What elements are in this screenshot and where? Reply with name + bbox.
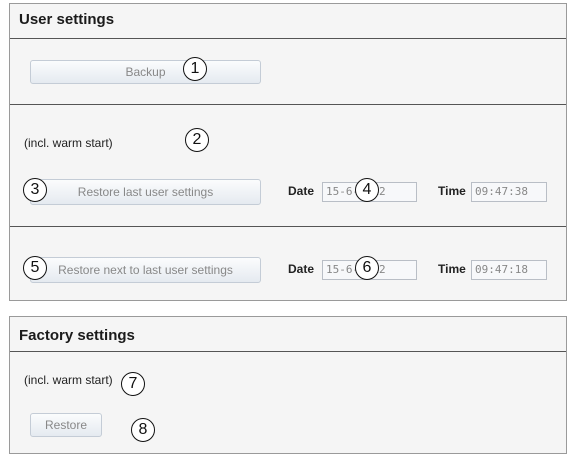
date-label: Date xyxy=(288,262,315,276)
callout-8: 8 xyxy=(131,418,155,442)
user-settings-panel: User settings Backup (incl. warm start) … xyxy=(9,3,567,301)
title-divider xyxy=(10,38,566,39)
factory-restore-button[interactable]: Restore xyxy=(30,413,102,437)
date-label: Date xyxy=(288,184,315,198)
time-label: Time xyxy=(438,262,466,276)
section-divider xyxy=(10,226,566,227)
callout-2: 2 xyxy=(185,128,209,152)
section-divider xyxy=(10,104,566,105)
time-label: Time xyxy=(438,184,466,198)
warm-start-note: (incl. warm start) xyxy=(24,136,113,150)
user-settings-title: User settings xyxy=(19,11,115,28)
callout-4: 4 xyxy=(355,178,379,202)
factory-settings-panel: Factory settings (incl. warm start) Rest… xyxy=(9,316,567,454)
callout-7: 7 xyxy=(121,372,145,396)
last-time-field: 09:47:38 xyxy=(471,182,547,202)
factory-settings-title: Factory settings xyxy=(19,327,135,344)
callout-5: 5 xyxy=(23,256,47,280)
callout-3: 3 xyxy=(23,178,47,202)
callout-1: 1 xyxy=(183,57,207,81)
title-divider xyxy=(10,351,566,352)
callout-6: 6 xyxy=(355,256,379,280)
warm-start-note: (incl. warm start) xyxy=(24,373,113,387)
restore-last-user-settings-button[interactable]: Restore last user settings xyxy=(30,179,261,205)
restore-next-to-last-user-settings-button[interactable]: Restore next to last user settings xyxy=(30,257,261,283)
backup-button[interactable]: Backup xyxy=(30,60,261,84)
next-time-field: 09:47:18 xyxy=(471,260,547,280)
